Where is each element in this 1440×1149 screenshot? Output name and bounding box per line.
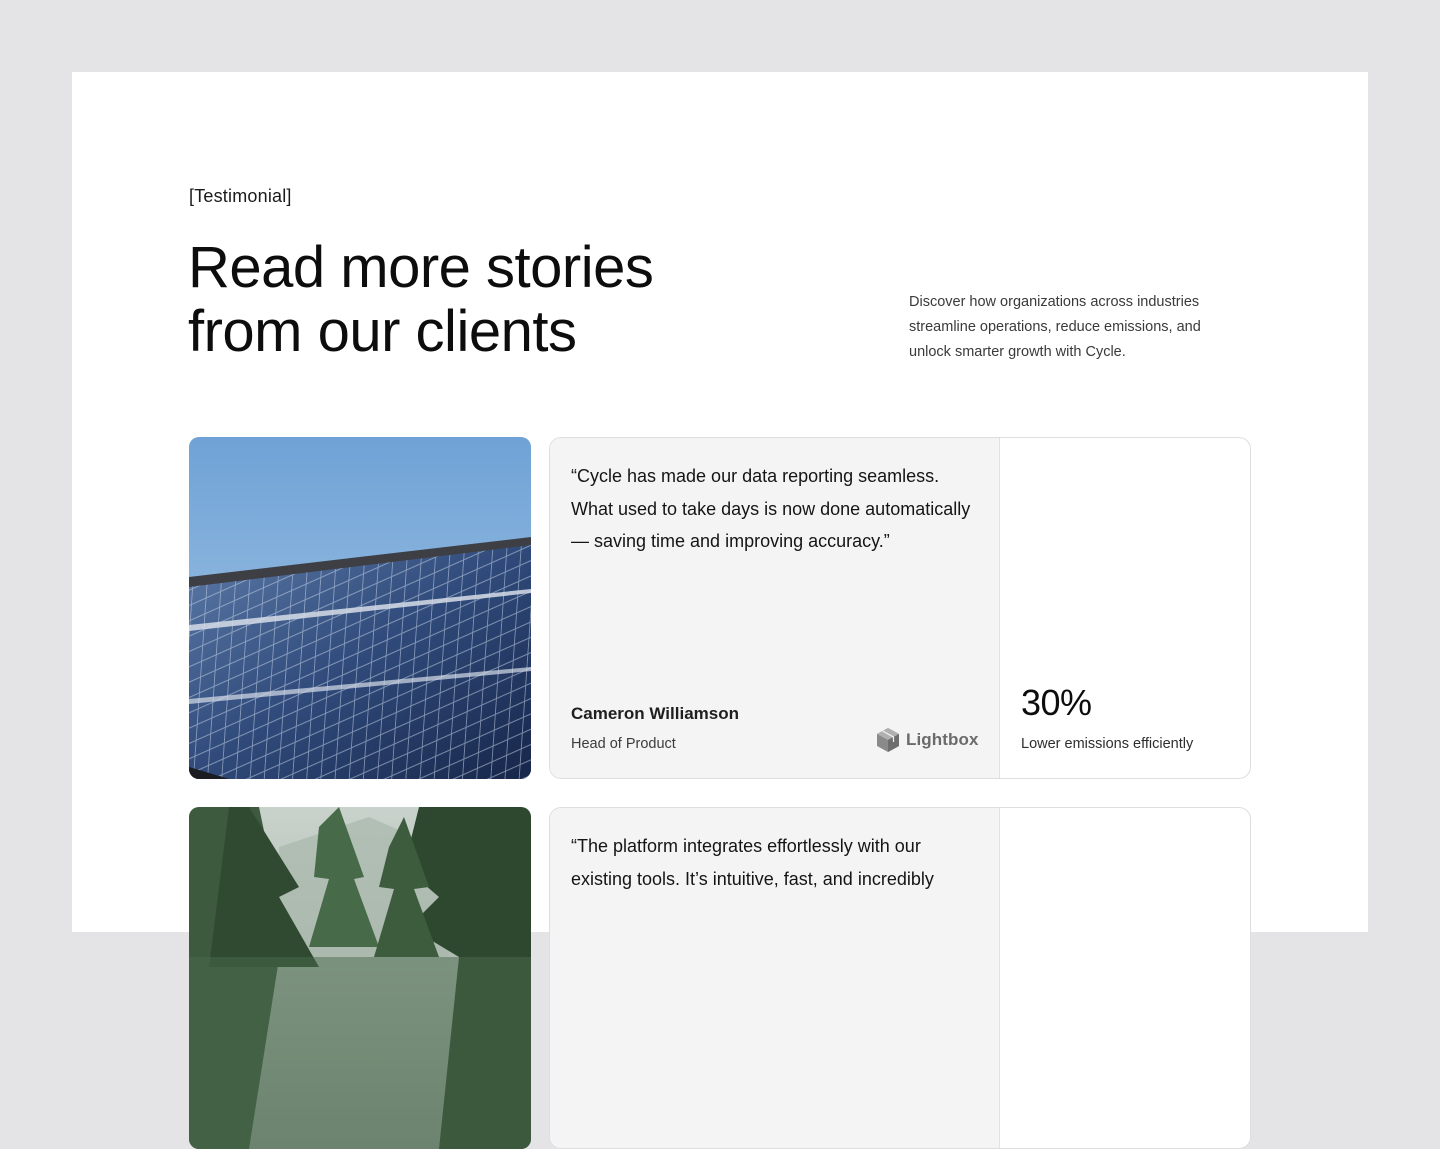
solar-panels-photo <box>189 437 531 779</box>
testimonial-quote: “Cycle has made our data reporting seaml… <box>571 466 971 551</box>
quote-panel: “The platform integrates effortlessly wi… <box>550 808 1000 1148</box>
company-logo: Lightbox <box>876 727 979 753</box>
stat-value: 30% <box>1021 682 1092 723</box>
testimonial-quote: “The platform integrates effortlessly wi… <box>571 836 934 889</box>
testimonial-section: [Testimonial] Read more stories from our… <box>72 72 1368 1149</box>
testimonial-row: “Cycle has made our data reporting seaml… <box>189 437 1251 779</box>
testimonial-row: “The platform integrates effortlessly wi… <box>189 807 1251 1149</box>
lightbox-cube-icon <box>877 728 899 752</box>
testimonial-card: “The platform integrates effortlessly wi… <box>549 807 1251 1149</box>
section-eyebrow: [Testimonial] <box>189 186 292 206</box>
quote-panel: “Cycle has made our data reporting seaml… <box>550 438 1000 778</box>
stat-label: Lower emissions efficiently <box>1021 736 1194 752</box>
section-intro: Discover how organizations across indust… <box>909 294 1201 360</box>
testimonial-card: “Cycle has made our data reporting seaml… <box>549 437 1251 779</box>
section-headline: Read more stories from our clients <box>188 235 654 364</box>
person-name: Cameron Williamson <box>571 704 739 723</box>
company-name: Lightbox <box>906 730 979 749</box>
forest-photo <box>189 807 531 1149</box>
person-role: Head of Product <box>571 736 676 752</box>
